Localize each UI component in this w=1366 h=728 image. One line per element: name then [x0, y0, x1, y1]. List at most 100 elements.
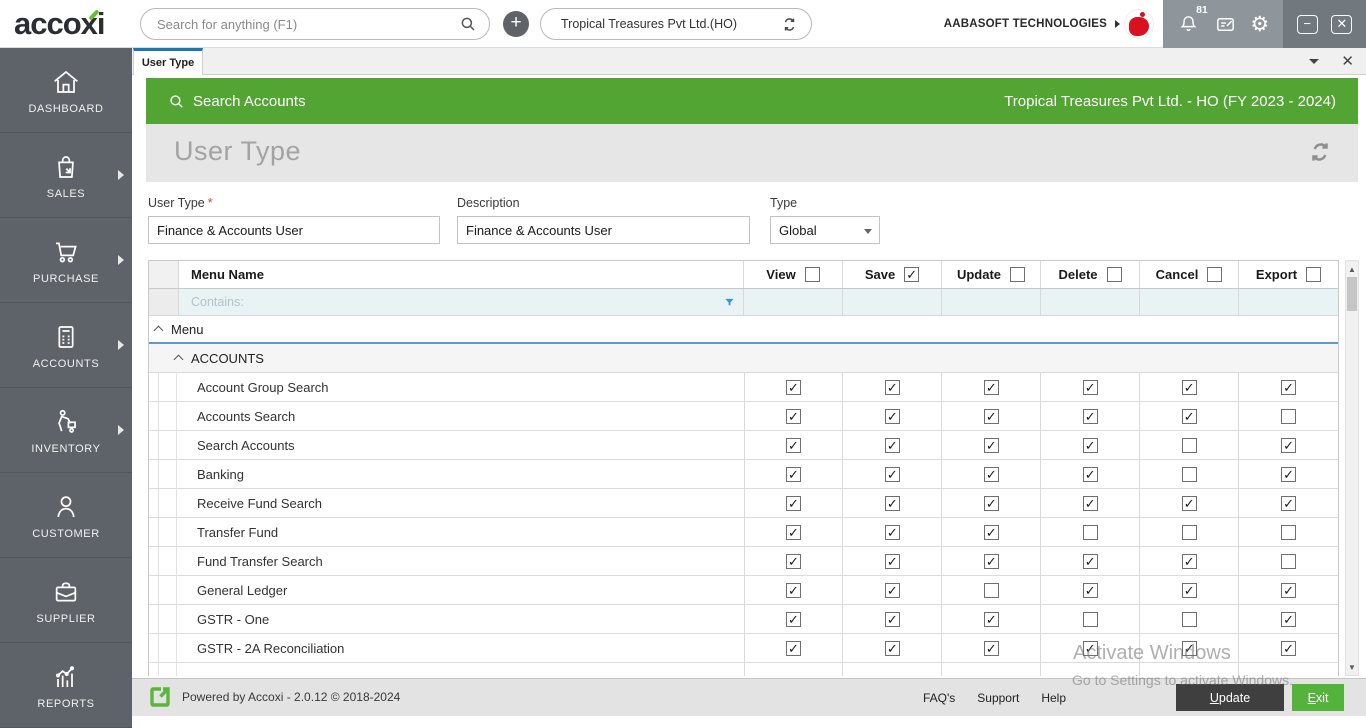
permission-checkbox[interactable]: [885, 467, 900, 482]
organization-menu[interactable]: AABASOFT TECHNOLOGIES: [944, 0, 1120, 48]
table-row[interactable]: Receive Fund Search: [149, 489, 1338, 518]
permission-checkbox[interactable]: [786, 496, 801, 511]
messages-icon[interactable]: [1214, 13, 1237, 36]
permission-checkbox[interactable]: [984, 641, 999, 656]
support-link[interactable]: Support: [977, 691, 1019, 705]
permission-checkbox[interactable]: [1083, 496, 1098, 511]
permission-checkbox[interactable]: [1182, 380, 1197, 395]
table-scrollbar[interactable]: ▲ ▼: [1345, 260, 1359, 676]
permission-checkbox[interactable]: [1083, 409, 1098, 424]
permission-checkbox[interactable]: [1083, 641, 1098, 656]
permission-checkbox[interactable]: [1281, 554, 1296, 569]
permission-checkbox[interactable]: [786, 525, 801, 540]
permission-checkbox[interactable]: [984, 409, 999, 424]
group-row-menu[interactable]: Menu: [149, 316, 1338, 344]
permission-checkbox[interactable]: [885, 641, 900, 656]
permission-checkbox[interactable]: [984, 496, 999, 511]
permission-checkbox[interactable]: [984, 612, 999, 627]
scrollbar-thumb[interactable]: [1347, 277, 1357, 311]
column-checkbox-view[interactable]: [805, 267, 820, 282]
tab-list-dropdown-icon[interactable]: [1309, 59, 1319, 64]
scroll-up-icon[interactable]: ▲: [1346, 262, 1358, 276]
settings-gear-icon[interactable]: ⚙: [1250, 14, 1269, 35]
group-row-accounts[interactable]: ACCOUNTS: [149, 344, 1338, 373]
description-input[interactable]: [457, 216, 750, 244]
permission-checkbox[interactable]: [1281, 583, 1296, 598]
scroll-down-icon[interactable]: ▼: [1346, 660, 1358, 674]
permission-checkbox[interactable]: [885, 583, 900, 598]
user-type-input[interactable]: [148, 216, 440, 244]
refresh-icon[interactable]: [1306, 138, 1334, 166]
sidebar-item-inventory[interactable]: INVENTORY: [0, 388, 132, 473]
permission-checkbox[interactable]: [1182, 438, 1197, 453]
notifications-bell-icon[interactable]: 81: [1177, 13, 1200, 36]
tab-close-icon[interactable]: ✕: [1341, 54, 1354, 69]
add-button[interactable]: +: [503, 11, 529, 37]
column-checkbox-delete[interactable]: [1107, 267, 1122, 282]
permission-checkbox[interactable]: [1182, 496, 1197, 511]
permission-checkbox[interactable]: [1182, 467, 1197, 482]
table-row[interactable]: General Ledger: [149, 576, 1338, 605]
column-checkbox-export[interactable]: [1306, 267, 1321, 282]
table-row[interactable]: Search Accounts: [149, 431, 1338, 460]
minimize-button[interactable]: −: [1297, 15, 1318, 34]
permission-checkbox[interactable]: [885, 612, 900, 627]
permission-checkbox[interactable]: [1083, 525, 1098, 540]
permission-checkbox[interactable]: [885, 554, 900, 569]
permission-checkbox[interactable]: [786, 438, 801, 453]
table-row[interactable]: GSTR - One: [149, 605, 1338, 634]
sidebar-item-sales[interactable]: SALES: [0, 133, 132, 218]
permission-checkbox[interactable]: [1182, 554, 1197, 569]
permission-checkbox[interactable]: [786, 467, 801, 482]
permission-checkbox[interactable]: [885, 380, 900, 395]
permission-checkbox[interactable]: [1281, 380, 1296, 395]
table-row[interactable]: Accounts Search: [149, 402, 1338, 431]
permission-checkbox[interactable]: [885, 438, 900, 453]
close-button[interactable]: ✕: [1331, 15, 1352, 34]
sidebar-item-purchase[interactable]: PURCHASE: [0, 218, 132, 303]
permission-checkbox[interactable]: [984, 380, 999, 395]
permission-checkbox[interactable]: [885, 409, 900, 424]
menu-filter-input[interactable]: Contains:: [179, 289, 743, 315]
column-checkbox-cancel[interactable]: [1207, 267, 1222, 282]
column-checkbox-update[interactable]: [1010, 267, 1025, 282]
faqs-link[interactable]: FAQ's: [923, 691, 955, 705]
permission-checkbox[interactable]: [1281, 641, 1296, 656]
help-link[interactable]: Help: [1041, 691, 1066, 705]
type-select[interactable]: Global: [770, 216, 880, 244]
sidebar-item-reports[interactable]: REPORTS: [0, 643, 132, 728]
permission-checkbox[interactable]: [984, 554, 999, 569]
permission-checkbox[interactable]: [1182, 641, 1197, 656]
filter-funnel-icon[interactable]: [724, 297, 735, 308]
permission-checkbox[interactable]: [1083, 612, 1098, 627]
permission-checkbox[interactable]: [984, 583, 999, 598]
permission-checkbox[interactable]: [1182, 525, 1197, 540]
permission-checkbox[interactable]: [1281, 612, 1296, 627]
search-input[interactable]: [141, 17, 459, 32]
permission-checkbox[interactable]: [984, 438, 999, 453]
permission-checkbox[interactable]: [1083, 554, 1098, 569]
sidebar-item-customer[interactable]: CUSTOMER: [0, 473, 132, 558]
permission-checkbox[interactable]: [885, 525, 900, 540]
permission-checkbox[interactable]: [1083, 583, 1098, 598]
permission-checkbox[interactable]: [885, 496, 900, 511]
table-row[interactable]: Transfer Fund: [149, 518, 1338, 547]
permission-checkbox[interactable]: [1083, 380, 1098, 395]
update-button[interactable]: Update: [1176, 684, 1284, 711]
permission-checkbox[interactable]: [786, 409, 801, 424]
permission-checkbox[interactable]: [1182, 612, 1197, 627]
sidebar-item-supplier[interactable]: SUPPLIER: [0, 558, 132, 643]
column-checkbox-save[interactable]: [904, 267, 919, 282]
tab-user-type[interactable]: User Type: [133, 48, 203, 75]
permission-checkbox[interactable]: [1281, 409, 1296, 424]
table-row[interactable]: Account Group Search: [149, 373, 1338, 402]
permission-checkbox[interactable]: [1083, 438, 1098, 453]
permission-checkbox[interactable]: [786, 380, 801, 395]
switch-company-icon[interactable]: [780, 15, 799, 34]
permission-checkbox[interactable]: [786, 612, 801, 627]
exit-button[interactable]: Exit: [1292, 684, 1344, 711]
permission-checkbox[interactable]: [984, 525, 999, 540]
table-row[interactable]: Fund Transfer Search: [149, 547, 1338, 576]
permission-checkbox[interactable]: [1083, 467, 1098, 482]
org-avatar[interactable]: [1124, 9, 1154, 39]
